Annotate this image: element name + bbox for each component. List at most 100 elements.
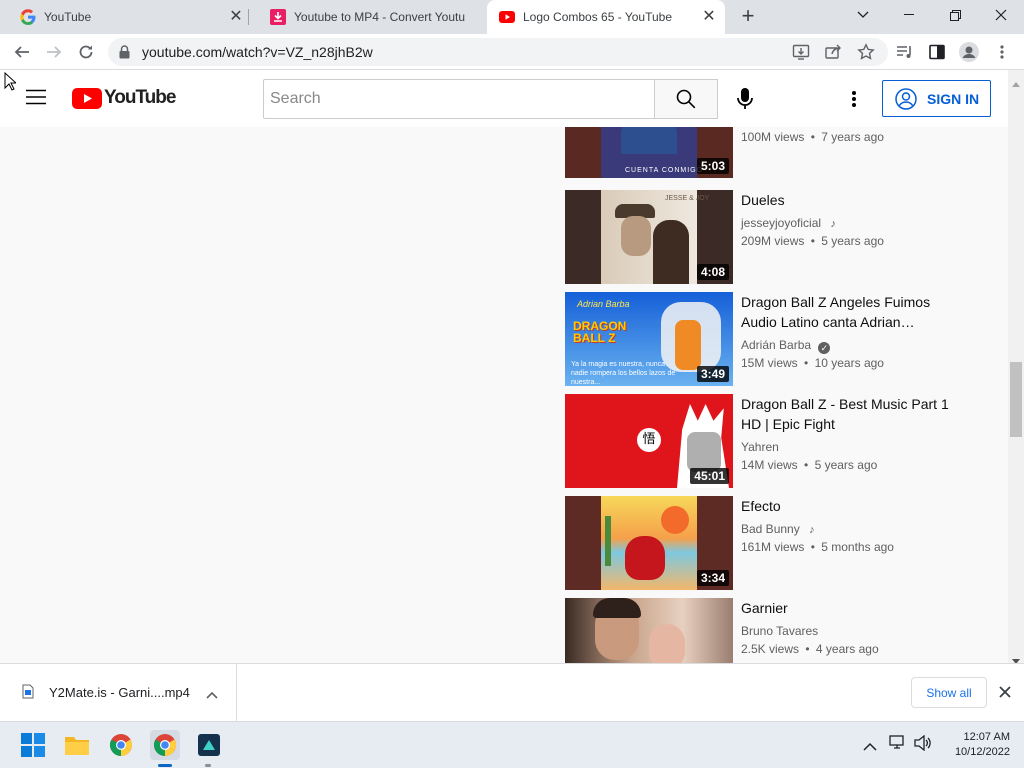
scrollbar-thumb[interactable] xyxy=(1010,362,1022,437)
search-button[interactable] xyxy=(654,79,718,119)
video-title[interactable]: Garnier xyxy=(741,598,951,618)
video-title[interactable]: Dragon Ball Z Angeles Fuimos Audio Latin… xyxy=(741,292,951,332)
settings-kebab-icon[interactable] xyxy=(851,90,857,113)
video-age: 7 years ago xyxy=(821,130,884,144)
tab-title: Logo Combos 65 - YouTube xyxy=(523,10,672,24)
search-input[interactable] xyxy=(270,81,650,117)
dot-separator: • xyxy=(810,540,815,554)
video-channel[interactable]: Yahren xyxy=(741,438,779,456)
account-circle-icon xyxy=(895,87,917,110)
download-shelf: Y2Mate.is - Garni....mp4 Show all xyxy=(0,663,1024,721)
download-favicon-icon xyxy=(270,9,286,25)
bookmark-star-icon[interactable] xyxy=(857,43,875,66)
channel-name[interactable]: Bad Bunny xyxy=(741,522,800,536)
sign-in-button[interactable]: SIGN IN xyxy=(882,80,991,117)
dot-separator: • xyxy=(810,234,815,248)
media-player-icon[interactable] xyxy=(194,730,224,760)
video-duration: 3:34 xyxy=(696,570,729,586)
video-channel[interactable]: jesseyjoyoficial ♪ xyxy=(741,214,836,233)
close-window-icon[interactable] xyxy=(978,0,1024,30)
video-views: 2.5K views xyxy=(741,642,800,656)
volume-icon[interactable] xyxy=(914,734,932,756)
chevron-up-icon[interactable] xyxy=(206,686,218,704)
kebab-menu-icon[interactable] xyxy=(990,40,1014,64)
thumbnail-caption: JESSE & JOY xyxy=(665,195,710,202)
show-all-button[interactable]: Show all xyxy=(911,677,987,708)
system-clock[interactable]: 12:07 AM 10/12/2022 xyxy=(940,730,1010,760)
share-icon[interactable] xyxy=(824,43,842,66)
video-channel[interactable]: Bad Bunny ♪ xyxy=(741,520,815,539)
related-video-item[interactable]: 3:34 Efecto Bad Bunny ♪ 161M views • 5 m… xyxy=(565,496,985,590)
video-stats: 209M views • 5 years ago xyxy=(741,232,884,250)
address-bar[interactable]: youtube.com/watch?v=VZ_n28jhB2w xyxy=(108,38,888,66)
channel-name[interactable]: Yahren xyxy=(741,440,779,454)
related-video-item[interactable]: CUENTA CONMIGO 5:03 100M views • 7 years… xyxy=(565,127,985,178)
reload-icon[interactable] xyxy=(74,40,98,64)
video-thumbnail[interactable]: CUENTA CONMIGO 5:03 xyxy=(565,127,733,178)
forward-arrow-icon[interactable] xyxy=(42,40,66,64)
close-icon[interactable]: ✕ xyxy=(701,9,717,25)
minimize-icon[interactable] xyxy=(886,0,932,30)
video-thumbnail[interactable]: 3:34 xyxy=(565,496,733,590)
channel-name[interactable]: Adrián Barba xyxy=(741,338,811,352)
browser-tab-strip: YouTube ✕ Youtube to MP4 - Convert Youtu… xyxy=(0,0,1024,34)
video-thumbnail[interactable]: JESSE & JOY 4:08 xyxy=(565,190,733,284)
chrome-active-icon[interactable] xyxy=(150,730,180,760)
tab-youtube[interactable]: YouTube ✕ xyxy=(0,0,248,34)
related-video-item[interactable]: Adrian Barba DRAGON BALL Z Ya la magia e… xyxy=(565,292,985,386)
file-explorer-icon[interactable] xyxy=(62,730,92,760)
related-video-item[interactable]: Garnier Bruno Tavares 2.5K views • 4 yea… xyxy=(565,598,985,663)
scroll-up-arrow-icon[interactable] xyxy=(1012,74,1020,92)
new-tab-button[interactable]: + xyxy=(736,5,760,29)
hamburger-menu-icon[interactable] xyxy=(26,89,46,110)
tab-logo-combos[interactable]: Logo Combos 65 - YouTube ✕ xyxy=(487,0,725,34)
side-panel-icon[interactable] xyxy=(925,40,949,64)
reading-list-icon[interactable] xyxy=(893,40,917,64)
related-video-item[interactable]: JESSE & JOY 4:08 Dueles jesseyjoyoficial… xyxy=(565,190,985,284)
video-thumbnail[interactable]: 悟 45:01 xyxy=(565,394,733,488)
thumbnail-heart xyxy=(625,536,665,580)
close-shelf-icon[interactable] xyxy=(999,685,1011,703)
video-thumbnail[interactable]: Adrian Barba DRAGON BALL Z Ya la magia e… xyxy=(565,292,733,386)
related-video-item[interactable]: 悟 45:01 Dragon Ball Z - Best Music Part … xyxy=(565,394,985,488)
file-icon xyxy=(22,684,34,704)
chrome-icon[interactable] xyxy=(106,730,136,760)
video-title[interactable]: Efecto xyxy=(741,496,951,516)
search-box[interactable] xyxy=(263,79,655,119)
thumbnail-hair xyxy=(593,598,641,618)
video-channel[interactable]: Adrián Barba ✓ xyxy=(741,336,831,354)
open-app-indicator xyxy=(205,764,211,767)
microphone-icon[interactable] xyxy=(735,87,755,116)
chevron-up-tray-icon[interactable] xyxy=(863,738,877,756)
video-title[interactable]: Dueles xyxy=(741,190,951,210)
verified-check-icon: ✓ xyxy=(818,342,831,354)
channel-name[interactable]: Bruno Tavares xyxy=(741,624,818,638)
video-age: 5 years ago xyxy=(821,234,884,248)
video-stats: 14M views • 5 years ago xyxy=(741,456,877,474)
network-icon[interactable] xyxy=(889,735,907,756)
close-icon[interactable]: ✕ xyxy=(228,9,244,25)
mouse-cursor-icon xyxy=(4,71,18,96)
thumbnail-figure xyxy=(621,127,677,154)
search-icon xyxy=(676,89,696,109)
video-stats: 100M views • 7 years ago xyxy=(741,128,884,146)
back-arrow-icon[interactable] xyxy=(10,40,34,64)
thumbnail-child-face xyxy=(649,624,685,663)
windows-start-icon[interactable] xyxy=(18,730,48,760)
download-item[interactable]: Y2Mate.is - Garni....mp4 xyxy=(0,664,237,721)
dot-separator: • xyxy=(804,356,809,370)
thumbnail-emblem: 悟 xyxy=(637,428,661,452)
video-title[interactable]: Dragon Ball Z - Best Music Part 1 HD | E… xyxy=(741,394,951,434)
url-text: youtube.com/watch?v=VZ_n28jhB2w xyxy=(142,44,373,60)
tab-y2mate[interactable]: Youtube to MP4 - Convert Youtu xyxy=(250,0,485,34)
install-app-icon[interactable] xyxy=(792,43,810,66)
video-thumbnail[interactable] xyxy=(565,598,733,663)
channel-name[interactable]: jesseyjoyoficial xyxy=(741,216,821,230)
music-note-icon: ♪ xyxy=(809,524,815,536)
tab-search-chevron-icon[interactable] xyxy=(840,0,886,30)
youtube-logo[interactable]: YouTube xyxy=(72,87,176,109)
profile-avatar-icon[interactable] xyxy=(957,40,981,64)
video-channel[interactable]: Bruno Tavares xyxy=(741,622,818,640)
lock-icon[interactable] xyxy=(119,45,130,64)
restore-icon[interactable] xyxy=(932,0,978,30)
